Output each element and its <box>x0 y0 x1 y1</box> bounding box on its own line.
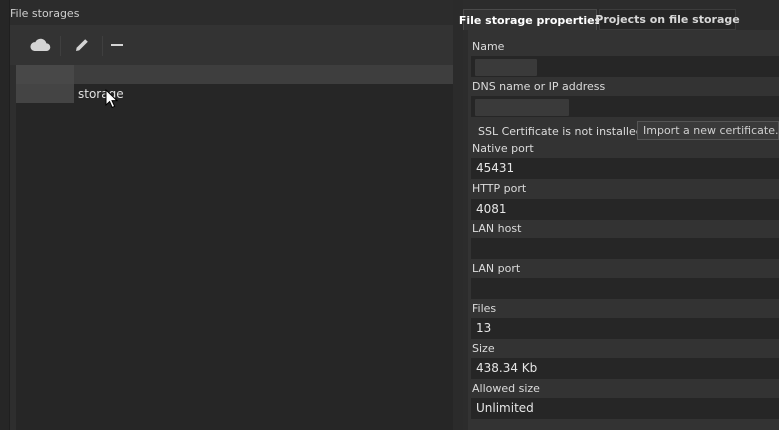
size-field: 438.34 Kb <box>471 358 779 379</box>
size-label: Size <box>472 342 495 355</box>
storages-list: storage <box>16 65 453 430</box>
tab-projects-on-file-storage[interactable]: Projects on file storage <box>595 9 740 30</box>
edit-storage-button[interactable] <box>68 33 96 59</box>
cloud-icon <box>29 37 51 56</box>
properties-tabbar: File storage properties Projects on file… <box>459 9 779 30</box>
remove-storage-button[interactable] <box>103 33 131 59</box>
lan-port-field[interactable] <box>471 278 779 299</box>
left-edge-strip <box>0 0 10 430</box>
native-port-field[interactable]: 45431 <box>471 158 779 179</box>
storage-item-label: storage <box>78 87 124 101</box>
app-window: File storages storage File storage prope… <box>0 0 779 430</box>
files-label: Files <box>472 302 497 315</box>
native-port-label: Native port <box>472 142 534 155</box>
panel-divider <box>453 0 463 430</box>
dns-field[interactable] <box>471 96 779 117</box>
http-port-field[interactable]: 4081 <box>471 199 779 220</box>
name-label: Name <box>472 40 505 53</box>
storages-panel-title: File storages <box>10 7 80 20</box>
lan-host-label: LAN host <box>472 222 522 235</box>
toolbar-separator <box>60 36 61 56</box>
redacted-area <box>475 99 569 116</box>
storages-toolbar <box>10 25 453 65</box>
ssl-status-text: SSL Certificate is not installed <box>478 125 643 138</box>
lan-port-label: LAN port <box>472 262 521 275</box>
dns-label: DNS name or IP address <box>472 80 606 93</box>
http-port-label: HTTP port <box>472 182 527 195</box>
add-cloud-storage-button[interactable] <box>26 33 54 59</box>
list-header <box>16 65 453 84</box>
import-certificate-button[interactable]: Import a new certificate... <box>637 121 779 140</box>
allowed-size-field[interactable]: Unlimited <box>471 398 779 419</box>
storage-list-item[interactable]: storage <box>16 84 453 104</box>
storages-panel: storage <box>10 25 453 430</box>
minus-icon <box>109 37 125 56</box>
files-field: 13 <box>471 318 779 339</box>
pencil-icon <box>73 36 91 57</box>
name-field[interactable] <box>471 56 779 77</box>
tab-file-storage-properties[interactable]: File storage properties <box>459 9 601 30</box>
properties-panel: Name DNS name or IP address SSL Certific… <box>468 30 779 430</box>
lan-host-field[interactable] <box>471 238 779 259</box>
redacted-area <box>475 59 537 76</box>
allowed-size-label: Allowed size <box>472 382 540 395</box>
ssl-row: SSL Certificate is not installed Import … <box>468 120 779 142</box>
